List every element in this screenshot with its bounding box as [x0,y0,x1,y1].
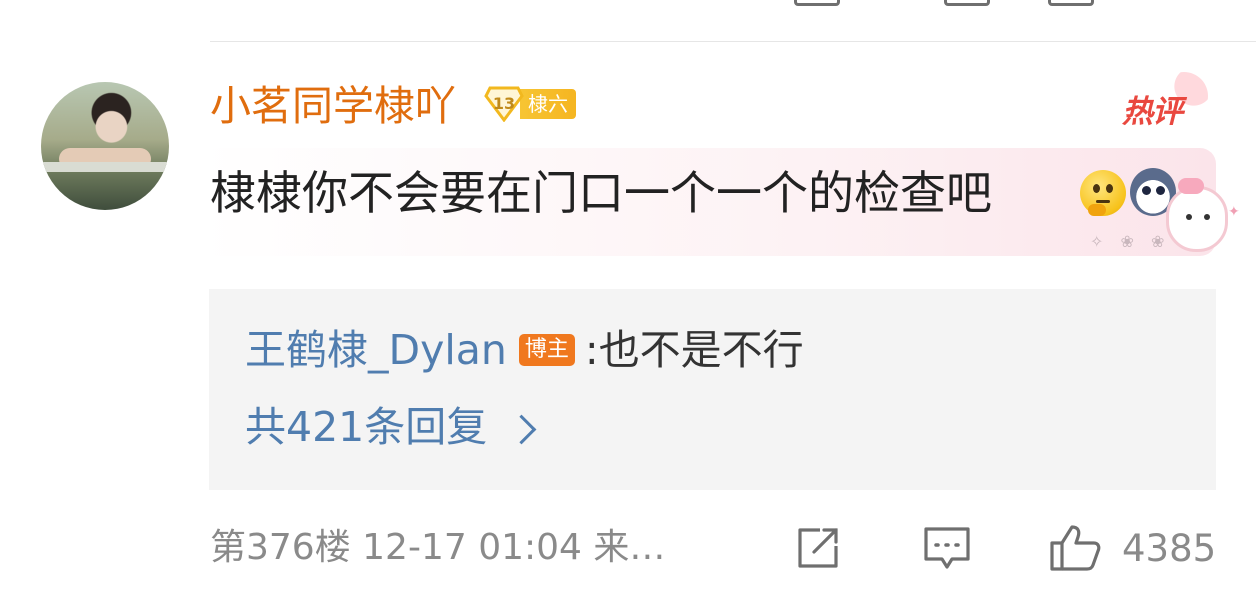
level-number: 13 [492,94,516,113]
flower-decoration-icon: ✧ ❀ ❀ [1090,232,1171,251]
username[interactable]: 小茗同学棣吖 [210,78,456,134]
level-badge[interactable]: 13 棣六 [484,86,576,122]
reply-preview-line[interactable]: 王鹤棣_Dylan 博主 : 也不是不行 [245,322,804,378]
comment-icon[interactable] [944,0,990,6]
thumbs-up-icon [1050,525,1101,571]
level-title: 棣六 [520,89,576,119]
reply-text: 也不是不行 [598,326,804,374]
share-button[interactable] [794,522,842,574]
avatar[interactable] [41,82,169,210]
bunny-decoration-icon: ✦ [1160,178,1240,258]
like-count: 4385 [1122,526,1217,570]
share-icon[interactable] [794,0,840,6]
reply-preview-box[interactable] [209,289,1216,490]
chevron-right-icon [506,414,537,444]
previous-comment-footer [210,0,1216,12]
comment-text[interactable]: 棣棣你不会要在门口一个一个的检查吧 [210,162,992,224]
share-icon [798,528,838,568]
reply-separator: : [584,326,599,374]
blogger-badge: 博主 [518,334,575,366]
reply-count: 共421条回复 [245,403,488,451]
comment-meta: 第376楼 12-17 01:04 来… [210,527,666,568]
level-number-icon: 13 [484,86,524,122]
hot-comment-badge: 热评 [1122,72,1208,130]
comment-icon [924,527,970,569]
thumbs-up-icon[interactable] [1048,0,1094,6]
like-button[interactable]: 4385 [1048,522,1216,574]
hot-comment-label: 热评 [1122,94,1183,130]
thinking-emoji-icon [1080,170,1126,216]
reply-author[interactable]: 王鹤棣_Dylan [245,322,507,378]
comment-button[interactable] [922,522,972,574]
view-all-replies-link[interactable]: 共421条回复 [245,399,537,455]
comment-divider [210,41,1256,42]
